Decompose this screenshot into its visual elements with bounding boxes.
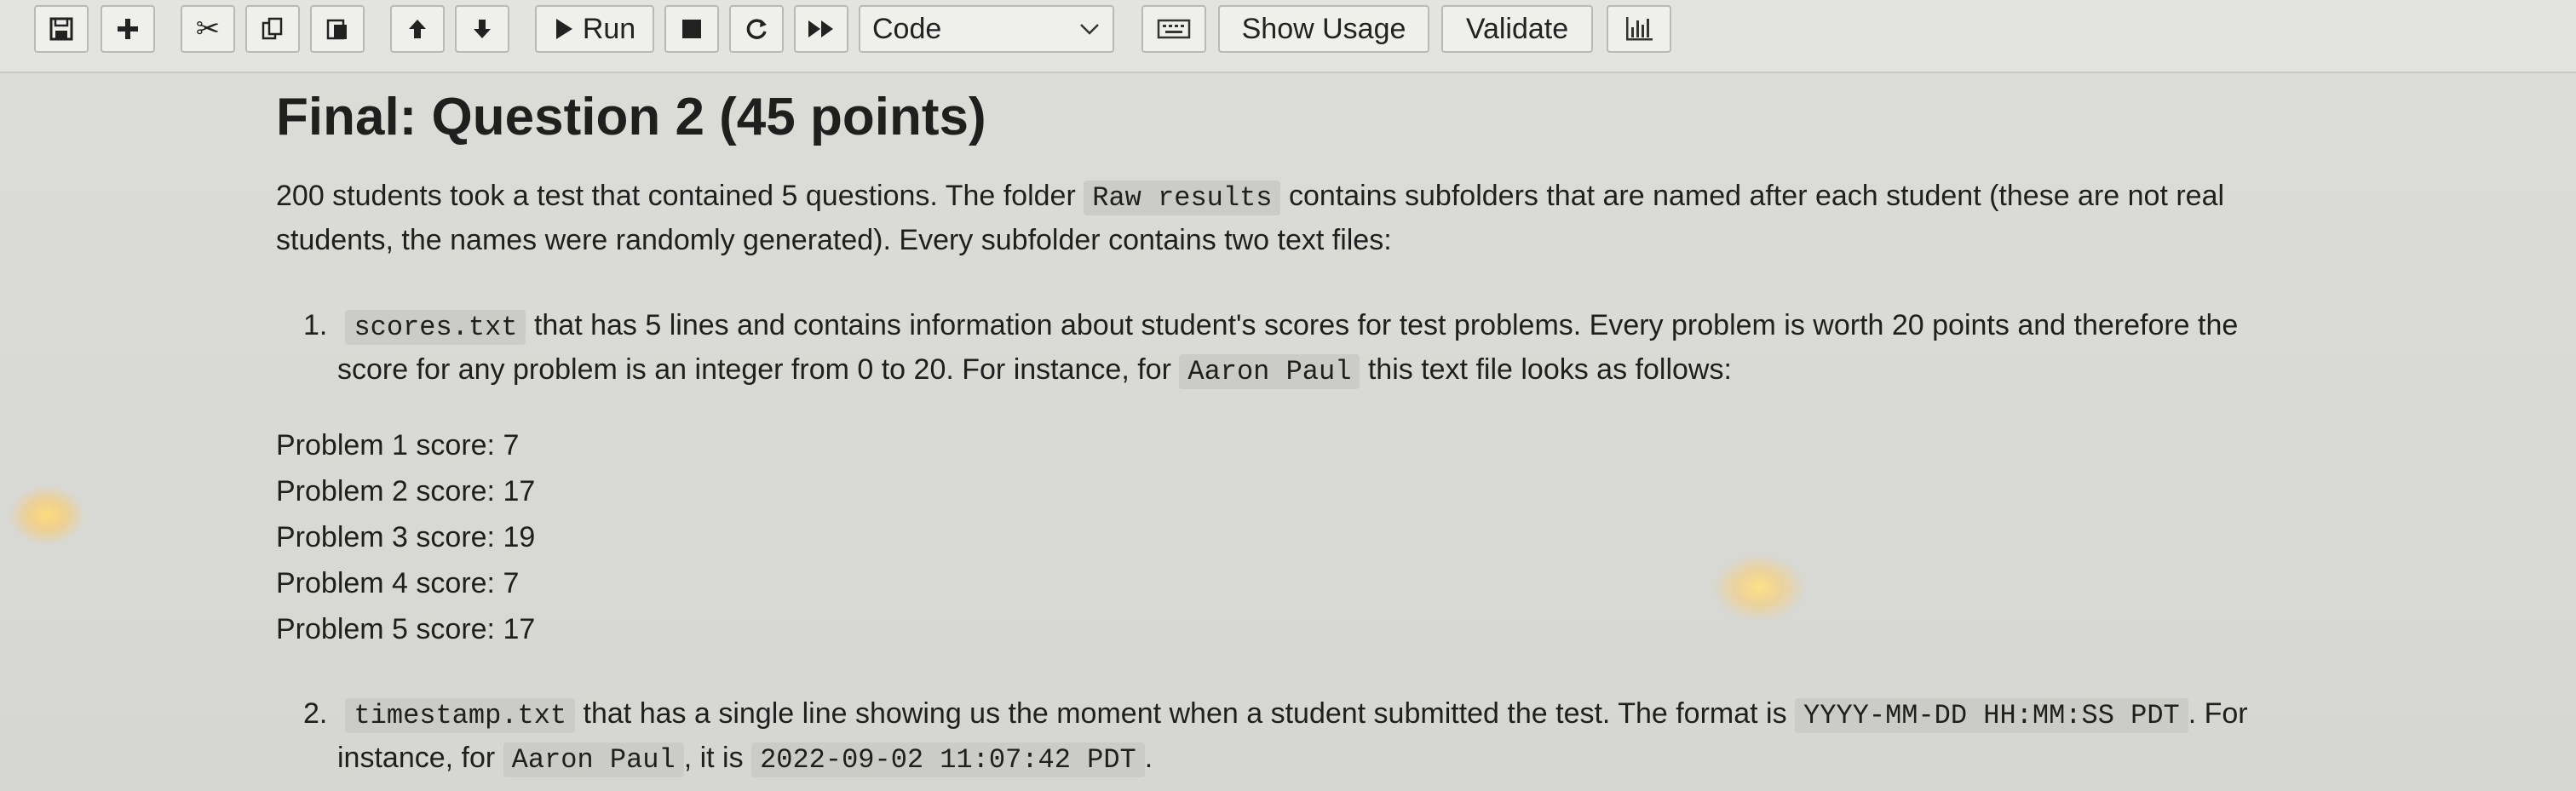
item2-text-5: .	[1144, 742, 1153, 774]
list-item-scores-line2: score for any problem is an integer from…	[337, 347, 1732, 394]
move-up-button[interactable]	[390, 5, 445, 53]
run-button[interactable]: Run	[535, 5, 654, 53]
notebook-toolbar: ✂ Run Code Show Usage Validate	[0, 0, 2576, 73]
score-line: Problem 4 score: 7	[276, 567, 520, 599]
aaron-paul-code: Aaron Paul	[503, 742, 684, 777]
paste-icon	[325, 16, 350, 42]
restart-icon	[744, 16, 769, 42]
bar-chart-icon	[1624, 15, 1654, 43]
notebook-page: ✂ Run Code Show Usage Validate Final: Qu…	[0, 0, 2576, 791]
stop-icon	[681, 18, 703, 40]
restart-button[interactable]	[729, 5, 784, 53]
cell-type-value: Code	[872, 12, 942, 45]
validate-label: Validate	[1465, 12, 1569, 45]
item2-text-2: . For	[2188, 697, 2248, 730]
timestamp-format-code: YYYY-MM-DD HH:MM:SS PDT	[1795, 698, 2188, 733]
paste-button[interactable]	[310, 5, 365, 53]
validate-button[interactable]: Validate	[1441, 5, 1593, 53]
aaron-paul-code: Aaron Paul	[1179, 354, 1360, 389]
save-icon	[49, 16, 74, 42]
score-line: Problem 2 score: 17	[276, 475, 536, 507]
show-usage-label: Show Usage	[1241, 12, 1406, 45]
play-icon	[554, 17, 574, 41]
item2-text-1: that has a single line showing us the mo…	[583, 697, 1787, 730]
score-line: Problem 5 score: 17	[276, 613, 536, 645]
intro-text-1: 200 students took a test that contained …	[276, 180, 1076, 212]
item1-text-1: that has 5 lines and contains informatio…	[533, 309, 2239, 341]
intro-text-3: students, the names were randomly genera…	[276, 224, 1392, 256]
copy-button[interactable]	[245, 5, 300, 53]
add-cell-button[interactable]	[101, 5, 155, 53]
interrupt-button[interactable]	[664, 5, 719, 53]
plus-icon	[115, 16, 141, 42]
list-item-timestamp: 2. timestamp.txt that has a single line …	[303, 691, 2248, 738]
item1-text-3: this text file looks as follows:	[1367, 353, 1732, 386]
arrow-down-icon	[469, 16, 495, 42]
resource-usage-button[interactable]	[1607, 5, 1671, 53]
item2-text-3: instance, for	[337, 742, 496, 774]
chevron-down-icon	[1078, 19, 1101, 39]
item1-text-2: score for any problem is an integer from…	[337, 353, 1171, 386]
run-all-button[interactable]	[794, 5, 848, 53]
move-down-button[interactable]	[455, 5, 509, 53]
intro-paragraph: 200 students took a test that contained …	[276, 174, 2224, 221]
list-item-timestamp-line2: instance, for Aaron Paul, it is 2022-09-…	[337, 736, 1153, 782]
scissors-icon: ✂	[195, 13, 221, 45]
keyboard-shortcuts-button[interactable]	[1141, 5, 1206, 53]
item2-text-4: , it is	[683, 742, 744, 774]
timestamp-file-code: timestamp.txt	[345, 698, 576, 733]
show-usage-button[interactable]: Show Usage	[1218, 5, 1429, 53]
copy-icon	[260, 16, 285, 42]
fast-forward-icon	[807, 18, 836, 40]
intro-paragraph-line2: students, the names were randomly genera…	[276, 218, 1392, 262]
markdown-cell[interactable]: Final: Question 2 (45 points) 200 studen…	[0, 72, 2576, 791]
cut-button[interactable]: ✂	[181, 5, 235, 53]
keyboard-icon	[1157, 18, 1191, 40]
run-label: Run	[582, 12, 636, 45]
arrow-up-icon	[405, 16, 430, 42]
raw-results-code: Raw results	[1084, 181, 1281, 215]
list-number-2: 2.	[303, 697, 328, 730]
score-line: Problem 3 score: 19	[276, 521, 536, 553]
question-title: Final: Question 2 (45 points)	[276, 88, 986, 146]
list-item-scores: 1. scores.txt that has 5 lines and conta…	[303, 303, 2238, 350]
cell-type-select[interactable]: Code	[859, 5, 1114, 53]
save-button[interactable]	[34, 5, 89, 53]
scores-file-code: scores.txt	[345, 310, 526, 345]
intro-text-2: contains subfolders that are named after…	[1288, 180, 2225, 212]
list-number-1: 1.	[303, 309, 328, 341]
timestamp-example-code: 2022-09-02 11:07:42 PDT	[751, 742, 1145, 777]
score-line: Problem 1 score: 7	[276, 429, 520, 461]
